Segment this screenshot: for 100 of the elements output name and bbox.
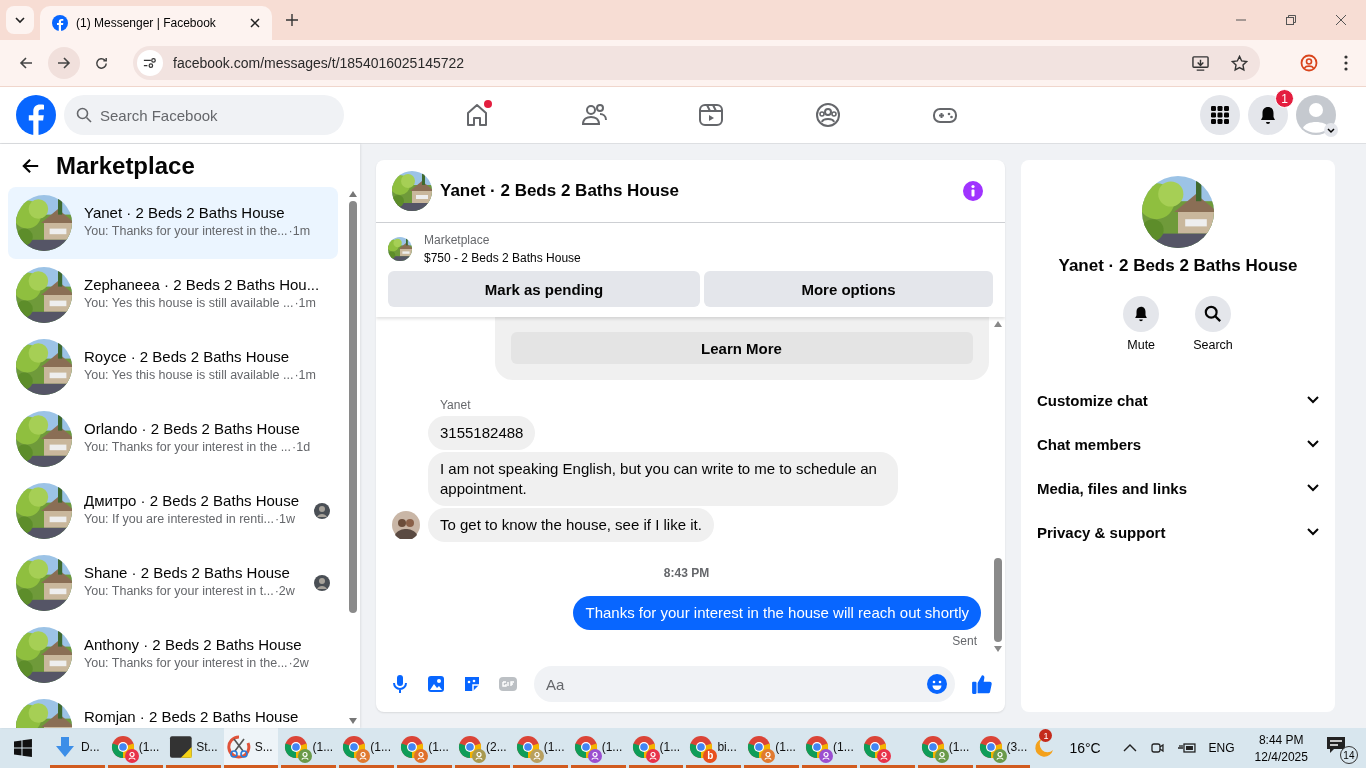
message-preview: You: Thanks for your interest in t... — [84, 584, 274, 598]
temperature: 16°C — [1069, 740, 1101, 756]
message-preview: You: Thanks for your interest in the... — [84, 224, 288, 238]
bell-icon — [1258, 105, 1278, 125]
menu-icon[interactable] — [1344, 55, 1348, 71]
forward-arrow-icon — [56, 55, 72, 71]
camera-icon[interactable] — [1148, 740, 1165, 756]
forward-button[interactable] — [48, 47, 80, 79]
action-label: Search — [1193, 338, 1233, 352]
close-icon[interactable] — [250, 18, 260, 28]
message-status: Sent — [952, 634, 977, 648]
message-time: ·1w — [274, 512, 296, 526]
info-icon[interactable] — [963, 181, 983, 201]
message-preview: You: Thanks for your interest in the... — [84, 656, 288, 670]
taskbar-item[interactable]: b bi... — [686, 728, 742, 768]
message-time: ·1d — [292, 440, 311, 454]
received-message: 3155182488 — [428, 416, 536, 450]
sticky-note-icon — [168, 734, 193, 759]
install-icon[interactable] — [1192, 54, 1209, 72]
received-message: I am not speaking English, but you can write to me to schedule an appointment. — [428, 452, 898, 506]
conversation-item[interactable]: Royce · 2 Beds 2 Baths House You: Yes this house is still available ...·1m — [8, 331, 338, 403]
search-button[interactable] — [1195, 296, 1231, 332]
facebook-logo-icon — [52, 15, 68, 31]
conversation-item[interactable]: Дмитро · 2 Beds 2 Baths House You: If you are interested in renti...·1w — [8, 475, 338, 547]
scroll-down-icon[interactable] — [349, 718, 357, 724]
notification-center-icon[interactable] — [1325, 736, 1346, 754]
conversation-item[interactable]: Zephaneea · 2 Beds 2 Baths Hou... You: Yes this house is still available ...·1m — [8, 259, 338, 331]
conversation-item[interactable]: Shane · 2 Beds 2 Baths House You: Thanks for your interest in t...·2w — [8, 547, 338, 619]
listing-label: Marketplace — [424, 233, 491, 247]
restore-icon[interactable] — [1286, 15, 1296, 25]
groups-icon[interactable] — [814, 101, 842, 129]
taskbar-item[interactable]: St... — [165, 728, 221, 768]
back-icon[interactable] — [22, 156, 40, 175]
weather-badge: 1 — [1039, 729, 1053, 742]
message-preview: You: If you are interested in renti... — [84, 512, 274, 526]
tab-list-button[interactable] — [6, 6, 34, 34]
message-time: ·1m — [294, 296, 316, 310]
section-header[interactable]: Chat members — [1029, 422, 1327, 466]
message-preview: You: Yes this house is still available ... — [84, 368, 294, 382]
message-time: ·1m — [294, 368, 316, 382]
browser-tab[interactable]: (1) Messenger | Facebook — [40, 6, 272, 40]
emoji-icon[interactable] — [927, 674, 947, 694]
back-icon[interactable] — [18, 55, 34, 71]
received-message: To get to know the house, see if I like it. — [428, 508, 714, 542]
action-button[interactable]: Mark as pending — [388, 271, 700, 307]
taskbar-item[interactable]: S... — [223, 728, 279, 768]
site-settings-icon[interactable] — [137, 50, 163, 76]
scissors-icon — [226, 734, 251, 759]
section-header[interactable]: Customize chat — [1029, 378, 1327, 422]
action-label: Mute — [1127, 338, 1156, 352]
search-icon — [76, 107, 92, 123]
section-header[interactable]: Privacy & support — [1029, 510, 1327, 554]
language-indicator[interactable]: ENG — [1208, 741, 1235, 755]
scrollbar-thumb[interactable] — [994, 558, 1002, 642]
battery-icon[interactable] — [1176, 741, 1197, 755]
notifications-button[interactable] — [1248, 95, 1288, 135]
section-header[interactable]: Media, files and links — [1029, 466, 1327, 510]
new-tab-icon[interactable] — [286, 14, 298, 26]
menu-button[interactable] — [1200, 95, 1240, 135]
taskbar-item[interactable]: D... — [49, 728, 105, 768]
message-input[interactable]: Aa — [534, 666, 955, 702]
conversation-item[interactable]: Anthony · 2 Beds 2 Baths House You: Thanks for your interest in the...·2w — [8, 619, 338, 691]
message-time: ·2w — [274, 584, 295, 598]
caret-icon — [14, 14, 26, 26]
chevron-up-icon[interactable] — [1122, 744, 1137, 752]
sent-message: Thanks for your interest in the house will reach out shortly — [573, 596, 981, 630]
conversation-item[interactable]: Orlando · 2 Beds 2 Baths House You: Thanks for your interest in the ...·1d — [8, 403, 338, 475]
scroll-up-icon[interactable] — [994, 321, 1002, 327]
sender-name: Yanet — [440, 398, 472, 412]
image-icon[interactable] — [426, 674, 446, 694]
scrollbar-thumb[interactable] — [349, 201, 357, 613]
sidebar-title: Marketplace — [56, 151, 195, 180]
notification-badge: 1 — [1275, 89, 1294, 108]
video-icon[interactable] — [697, 101, 725, 129]
conversation-item[interactable]: Yanet · 2 Beds 2 Baths House You: Thanks for your interest in the...·1m — [8, 187, 338, 259]
bookmark-star-icon[interactable] — [1231, 54, 1248, 72]
profile-icon[interactable] — [1300, 54, 1318, 72]
facebook-logo-icon[interactable] — [16, 95, 56, 135]
scroll-down-icon[interactable] — [994, 646, 1002, 652]
caret-icon[interactable] — [1324, 123, 1338, 137]
reload-icon[interactable] — [94, 55, 109, 71]
message-preview: You: Yes this house is still available ... — [84, 296, 294, 310]
message-preview: You: Thanks for your interest in the ... — [84, 440, 292, 454]
scroll-up-icon[interactable] — [349, 191, 357, 197]
address-bar[interactable]: facebook.com/messages/t/1854016025145722 — [133, 46, 1260, 80]
grid-icon — [1211, 106, 1229, 124]
learn-more-button[interactable]: Learn More — [510, 332, 973, 364]
message-timestamp: 8:43 PM — [663, 566, 710, 580]
search-icon — [1204, 305, 1222, 323]
clock[interactable]: 8:44 PM 12/4/2025 — [1254, 732, 1308, 764]
microphone-icon[interactable] — [390, 674, 410, 694]
listing-title: $750 - 2 Beds 2 Baths House — [424, 251, 581, 265]
notification-count: 14 — [1339, 746, 1358, 764]
action-button[interactable]: More options — [704, 271, 993, 307]
like-icon[interactable] — [971, 673, 993, 695]
start-icon[interactable] — [14, 739, 32, 757]
sticker-icon[interactable] — [462, 674, 482, 694]
message-time: ·1m — [288, 224, 311, 238]
mute-button[interactable] — [1123, 296, 1160, 332]
search-field[interactable]: Search Facebook — [64, 95, 344, 135]
